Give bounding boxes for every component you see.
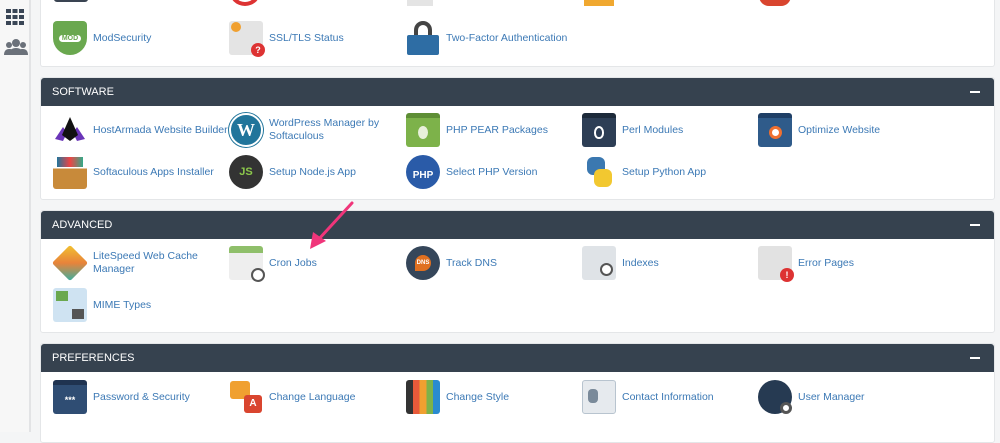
pink-arrow-icon [310,201,354,249]
